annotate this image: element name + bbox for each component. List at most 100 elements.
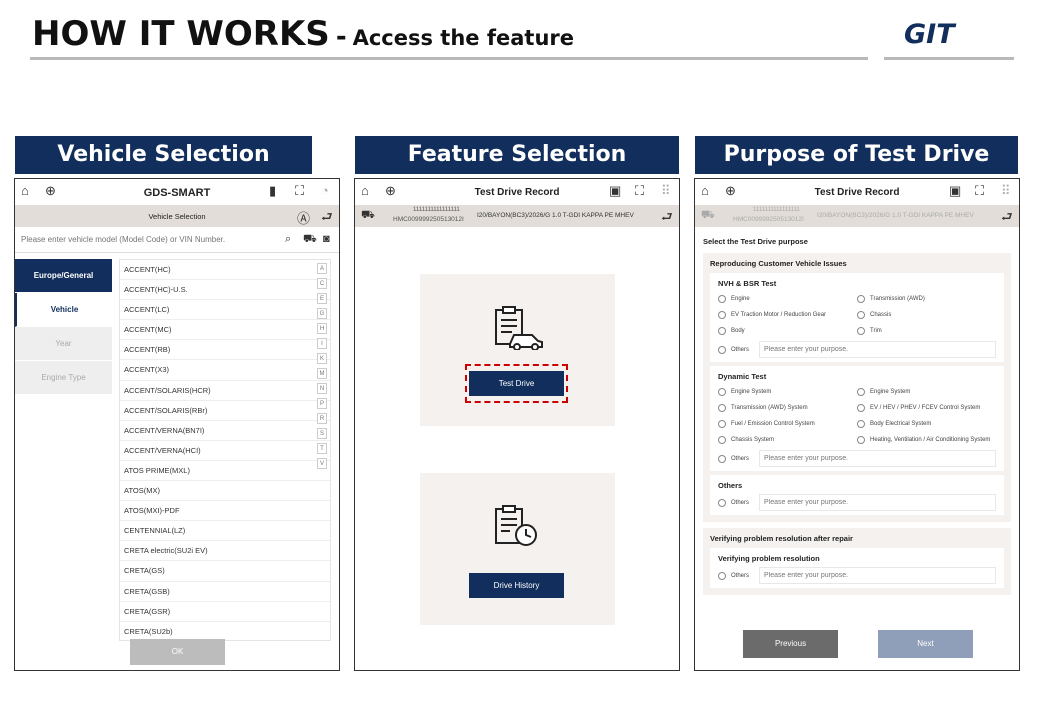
document-icon[interactable]: ▣	[609, 183, 621, 199]
radio-button[interactable]	[857, 436, 865, 444]
purpose-option[interactable]: Heating, Ventilation / Air Conditioning …	[857, 433, 996, 447]
car-scan-icon[interactable]: ⛟	[303, 233, 317, 247]
back-icon[interactable]: ⮐	[661, 208, 673, 230]
next-button[interactable]: Next	[878, 630, 973, 658]
sidebar-item-engine-type[interactable]: Engine Type	[15, 361, 112, 395]
alphabet-index-item[interactable]: R	[317, 413, 327, 424]
vehicle-list-item[interactable]: ACCENT/VERNA(HCI)	[120, 441, 330, 461]
others-input[interactable]	[759, 567, 996, 584]
alphabet-index-item[interactable]: H	[317, 323, 327, 334]
radio-button[interactable]	[718, 327, 726, 335]
sidebar-item-vehicle[interactable]: Vehicle	[15, 293, 112, 327]
vehicle-list-item[interactable]: ACCENT(X3)	[120, 360, 330, 381]
ok-button[interactable]: OK	[130, 639, 225, 665]
drive-history-card[interactable]: Drive History	[420, 473, 615, 625]
radio-button[interactable]	[718, 420, 726, 428]
alphabet-index-item[interactable]: V	[317, 458, 327, 469]
vehicle-list-item[interactable]: ACCENT(HC)	[120, 260, 330, 281]
radio-others[interactable]	[718, 454, 726, 463]
vehicle-list-item[interactable]: ACCENT(LC)	[120, 300, 330, 321]
vehicle-list-item[interactable]: CRETA(GS)	[120, 561, 330, 582]
vehicle-list-item[interactable]: ATOS(MX)	[120, 481, 330, 502]
capture-icon[interactable]: ⛶	[295, 183, 304, 199]
alphabet-index-item[interactable]: I	[317, 338, 327, 349]
purpose-option[interactable]: Engine System	[718, 385, 857, 399]
sidebar-item-region[interactable]: Europe/General	[15, 259, 112, 293]
radio-button[interactable]	[857, 327, 865, 335]
radio-others[interactable]	[718, 571, 726, 580]
radio-button[interactable]	[718, 404, 726, 412]
document-icon[interactable]: ▣	[949, 183, 961, 199]
vehicle-list-item[interactable]: ACCENT(MC)	[120, 320, 330, 341]
radio-button[interactable]	[857, 311, 865, 319]
alphabet-index-item[interactable]: T	[317, 443, 327, 454]
purpose-option[interactable]: Transmission (AWD)	[857, 292, 996, 306]
vehicle-list-item[interactable]: ACCENT/VERNA(BN7I)	[120, 421, 330, 441]
radio-button[interactable]	[718, 295, 726, 303]
screen-title: Test Drive Record	[474, 187, 560, 198]
others-input[interactable]	[759, 450, 996, 467]
alphabet-index-item[interactable]: N	[317, 383, 327, 394]
vehicle-search-input[interactable]	[21, 235, 271, 244]
feature-selection-screen: ⌂ ⊕ Test Drive Record ▣ ⛶ ⠿ ⛟ 1111111111…	[354, 178, 680, 671]
others-input[interactable]	[759, 341, 996, 358]
drive-history-button[interactable]: Drive History	[469, 573, 564, 598]
phone-icon[interactable]: ▮	[269, 183, 276, 199]
radio-button[interactable]	[857, 420, 865, 428]
alphabet-index-item[interactable]: C	[317, 278, 327, 289]
radio-button[interactable]	[857, 388, 865, 396]
alphabet-index-item[interactable]: S	[317, 428, 327, 439]
purpose-option[interactable]: Engine System	[857, 385, 996, 399]
search-icon[interactable]: ⌕	[285, 233, 291, 246]
purpose-option[interactable]: EV Traction Motor / Reduction Gear	[718, 308, 857, 322]
alphabet-index-item[interactable]: M	[317, 368, 327, 379]
purpose-option[interactable]: Engine	[718, 292, 857, 306]
purpose-option[interactable]: Fuel / Emission Control System	[718, 417, 857, 431]
vehicle-list-item[interactable]: CRETA(GSB)	[120, 582, 330, 602]
back-icon[interactable]: ⮐	[1001, 208, 1013, 230]
previous-button[interactable]: Previous	[743, 630, 838, 658]
purpose-option[interactable]: Body	[718, 324, 857, 338]
vehicle-list-item[interactable]: ATOS(MXI)-PDF	[120, 501, 330, 522]
vehicle-list-item[interactable]: ACCENT/SOLARIS(RBr)	[120, 401, 330, 421]
purpose-option[interactable]: Transmission (AWD) System	[718, 401, 857, 415]
alphabet-index-item[interactable]: G	[317, 308, 327, 319]
radio-button[interactable]	[857, 404, 865, 412]
radio-others[interactable]	[718, 345, 726, 354]
purpose-option[interactable]: EV / HEV / PHEV / FCEV Control System	[857, 401, 996, 415]
test-drive-button[interactable]: Test Drive	[469, 371, 564, 396]
vehicle-list-item[interactable]: ATOS PRIME(MXL)	[120, 461, 330, 482]
vehicle-list-item[interactable]: ACCENT(RB)	[120, 340, 330, 361]
vehicle-list-item[interactable]: CENTENNIAL(LZ)	[120, 521, 330, 542]
others-row: Others	[718, 450, 996, 467]
radio-button[interactable]	[718, 311, 726, 319]
vehicle-list-item[interactable]: ACCENT/SOLARIS(HCR)	[120, 381, 330, 401]
capture-icon[interactable]: ⛶	[975, 183, 984, 199]
alphabet-index-item[interactable]: K	[317, 353, 327, 364]
radio-button[interactable]	[718, 436, 726, 444]
radio-others[interactable]	[718, 498, 726, 507]
purpose-option[interactable]: Chassis System	[718, 433, 857, 447]
alphabet-index-item[interactable]: E	[317, 293, 327, 304]
test-drive-card[interactable]: Test Drive	[420, 274, 615, 426]
radio-button[interactable]	[718, 388, 726, 396]
camera-icon[interactable]: ◙	[323, 233, 330, 245]
others-input[interactable]	[759, 494, 996, 511]
vehicle-list-item[interactable]: CRETA electric(SU2i EV)	[120, 541, 330, 562]
purpose-option[interactable]: Chassis	[857, 308, 996, 322]
sidebar-item-year[interactable]: Year	[15, 327, 112, 361]
purpose-option[interactable]: Trim	[857, 324, 996, 338]
others-row: Others	[718, 494, 996, 511]
vehicle-list-item[interactable]: CRETA(GSR)	[120, 602, 330, 622]
vehicle-list-item[interactable]: ACCENT(HC)-U.S.	[120, 280, 330, 301]
alphabet-index-item[interactable]: A	[317, 263, 327, 274]
grid-icon[interactable]: ⠿	[1001, 183, 1011, 199]
radio-button[interactable]	[857, 295, 865, 303]
auto-icon[interactable]: Ⓐ	[297, 208, 310, 227]
purpose-option[interactable]: Body Electrical System	[857, 417, 996, 431]
alphabet-index-item[interactable]: P	[317, 398, 327, 409]
group-title: Others	[718, 481, 743, 490]
grid-icon[interactable]: ⠿	[661, 183, 671, 199]
bell-icon[interactable]: ◔	[321, 183, 329, 198]
capture-icon[interactable]: ⛶	[635, 183, 644, 199]
